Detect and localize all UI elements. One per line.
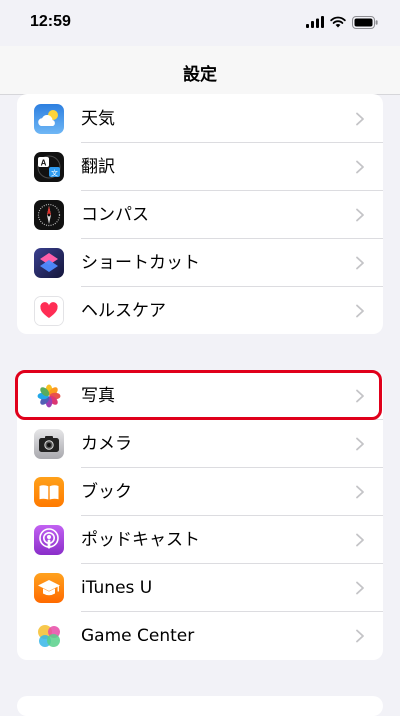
itunes-u-app-icon: [34, 573, 64, 603]
shortcuts-app-icon: [34, 248, 64, 278]
settings-row-label: ショートカット: [81, 253, 200, 273]
game-center-app-icon: [34, 621, 64, 651]
chevron-right-icon: [356, 304, 364, 318]
settings-row-itunes-u[interactable]: iTunes U: [17, 564, 383, 612]
settings-row-label: 天気: [81, 109, 115, 129]
settings-row-label: 翻訳: [81, 157, 115, 177]
status-bar: 12:59: [0, 0, 400, 46]
highlight-box: [15, 370, 382, 420]
settings-row-label: カメラ: [81, 434, 132, 454]
chevron-right-icon: [356, 581, 364, 595]
page-title: 設定: [183, 65, 217, 85]
svg-text:文: 文: [51, 168, 58, 177]
settings-row-translate[interactable]: A 文 翻訳: [17, 143, 383, 191]
settings-group-next: [17, 696, 383, 716]
settings-row-label: コンパス: [81, 205, 149, 225]
status-time: 12:59: [30, 13, 71, 30]
settings-row-shortcuts[interactable]: ショートカット: [17, 239, 383, 287]
settings-row-game-center[interactable]: Game Center: [17, 612, 383, 660]
status-icons: [306, 14, 378, 30]
chevron-right-icon: [356, 112, 364, 126]
settings-group-apps-1: 天気 A 文 翻訳 コンパス ショートカット ヘルスケア: [17, 94, 383, 334]
chevron-right-icon: [356, 485, 364, 499]
chevron-right-icon: [356, 256, 364, 270]
settings-row-label: ヘルスケア: [81, 301, 166, 321]
settings-row-label: ブック: [81, 482, 132, 502]
chevron-right-icon: [356, 629, 364, 643]
battery-icon: [352, 15, 378, 29]
chevron-right-icon: [356, 533, 364, 547]
cellular-signal-icon: [306, 16, 324, 28]
weather-app-icon: [34, 104, 64, 134]
settings-row-camera[interactable]: カメラ: [17, 420, 383, 468]
camera-app-icon: [34, 429, 64, 459]
chevron-right-icon: [356, 208, 364, 222]
navigation-bar: 設定: [0, 46, 400, 95]
chevron-right-icon: [356, 160, 364, 174]
settings-row-health[interactable]: ヘルスケア: [17, 287, 383, 334]
settings-row-label: Game Center: [81, 626, 195, 646]
settings-row-label: iTunes U: [81, 578, 153, 598]
settings-row-weather[interactable]: 天気: [17, 95, 383, 143]
settings-row-podcasts[interactable]: ポッドキャスト: [17, 516, 383, 564]
settings-row-label: ポッドキャスト: [81, 530, 200, 550]
translate-app-icon: A 文: [34, 152, 64, 182]
wifi-icon: [330, 16, 346, 28]
settings-row-books[interactable]: ブック: [17, 468, 383, 516]
svg-text:A: A: [41, 158, 47, 167]
podcasts-app-icon: [34, 525, 64, 555]
chevron-right-icon: [356, 437, 364, 451]
books-app-icon: [34, 477, 64, 507]
settings-row-compass[interactable]: コンパス: [17, 191, 383, 239]
compass-app-icon: [34, 200, 64, 230]
health-app-icon: [34, 296, 64, 326]
